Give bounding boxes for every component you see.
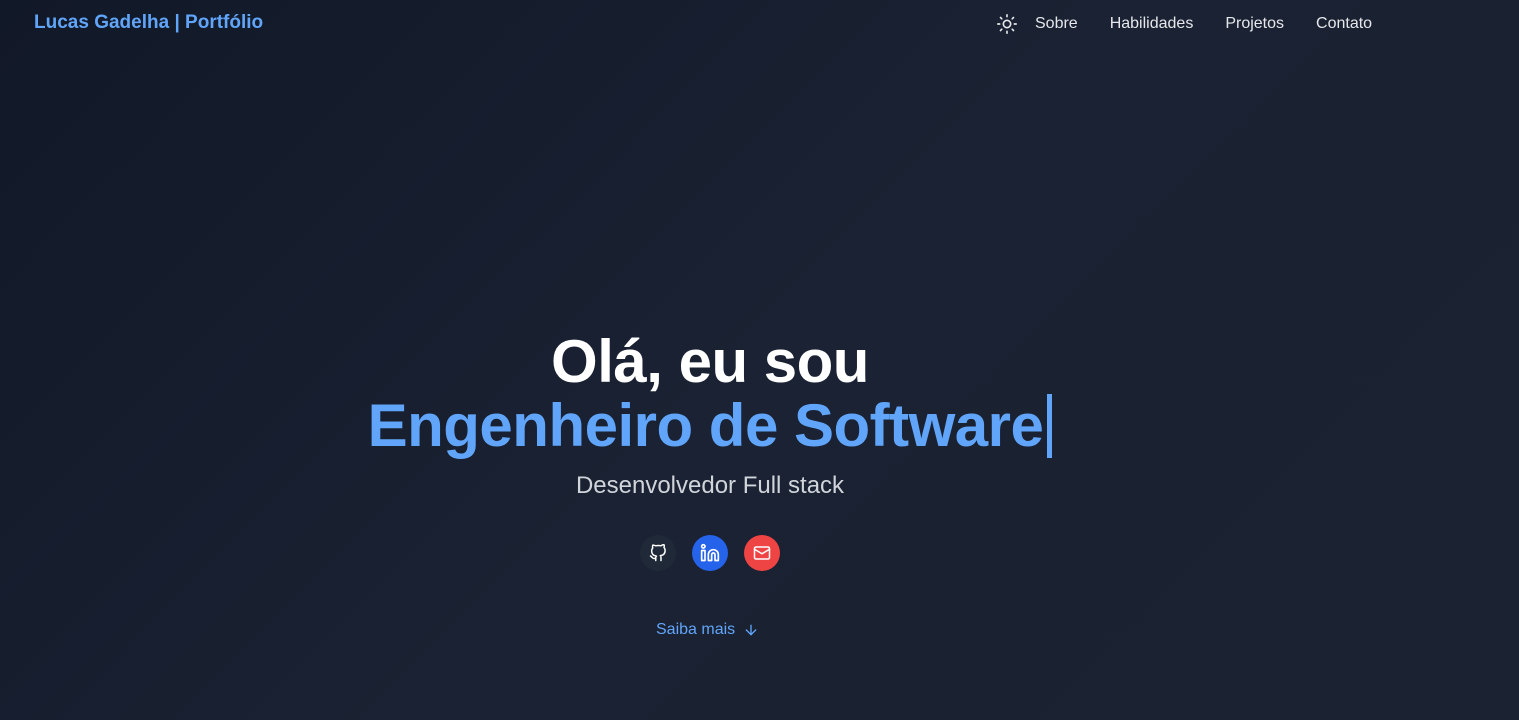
learn-more-label: Saiba mais (656, 621, 736, 638)
github-icon (649, 544, 666, 562)
nav-link-contato[interactable]: Contato (1316, 15, 1372, 33)
arrow-down-icon (745, 624, 757, 636)
hero-section: Olá, eu sou Engenheiro de Software Desen… (0, 330, 1420, 502)
theme-toggle-button[interactable] (995, 12, 1019, 36)
github-button[interactable] (640, 535, 676, 571)
mail-icon (753, 546, 771, 560)
hero-subtitle: Desenvolvedor Full stack (575, 472, 845, 499)
typing-caret (1047, 394, 1053, 458)
navbar: Lucas Gadelha | Portfólio Sobre Habilida… (0, 0, 1519, 48)
brand-link[interactable]: Lucas Gadelha | Portfólio (34, 12, 263, 34)
nav-link-habilidades[interactable]: Habilidades (1110, 15, 1194, 33)
nav-link-projetos[interactable]: Projetos (1225, 15, 1284, 33)
hero-greeting: Olá, eu sou (551, 328, 869, 395)
linkedin-icon (700, 543, 720, 562)
social-links (640, 535, 780, 571)
linkedin-button[interactable] (692, 535, 728, 571)
email-button[interactable] (744, 535, 780, 571)
hero-role: Engenheiro de Software (367, 392, 1044, 459)
main-nav: Sobre Habilidades Projetos Contato (995, 12, 1372, 36)
nav-link-sobre[interactable]: Sobre (1035, 15, 1078, 33)
hero-role-line: Engenheiro de Software (0, 394, 1420, 458)
learn-more-link[interactable]: Saiba mais (656, 621, 759, 639)
sun-icon (997, 14, 1017, 34)
